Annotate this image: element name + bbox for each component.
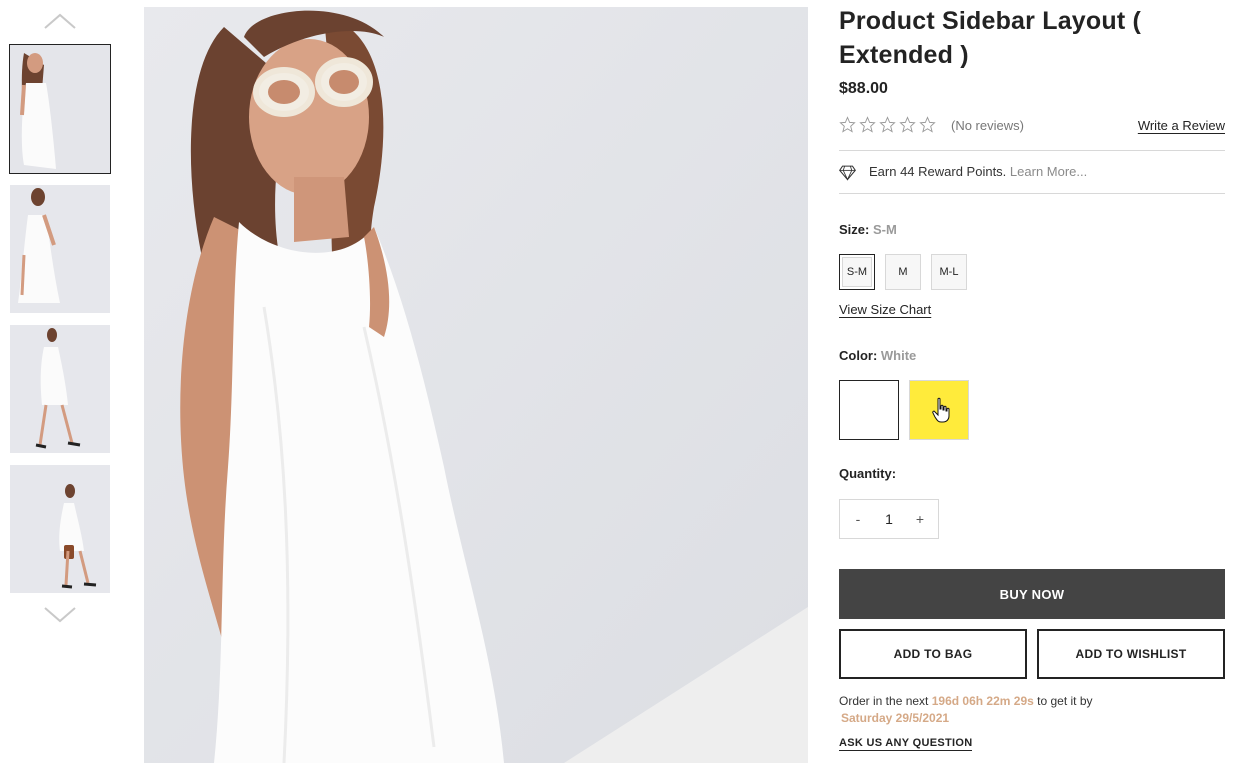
thumbnail-prev-button[interactable] (40, 10, 80, 32)
hand-pointer-icon (932, 397, 950, 423)
reward-points-row: Earn 44 Reward Points. Learn More... (839, 151, 1225, 194)
chevron-up-icon (44, 13, 76, 29)
order-middle: to get it by (1037, 694, 1093, 708)
color-swatch-yellow[interactable] (909, 380, 969, 440)
thumbnail-image (10, 465, 110, 593)
reward-points-label: Earn 44 Reward Points. (869, 164, 1007, 179)
color-swatch-white[interactable] (839, 380, 899, 440)
star-icon (859, 116, 876, 133)
write-review-link[interactable]: Write a Review (1138, 118, 1225, 133)
learn-more-link[interactable]: Learn More... (1010, 164, 1087, 179)
thumbnail-gallery (0, 0, 120, 763)
thumbnail-image (10, 185, 110, 313)
product-title: Product Sidebar Layout ( Extended ) (839, 7, 1142, 69)
countdown-timer: 196d 06h 22m 29s (931, 694, 1034, 708)
diamond-icon (839, 165, 856, 181)
view-size-chart-link[interactable]: View Size Chart (839, 302, 931, 317)
thumbnail-next-button[interactable] (40, 604, 80, 626)
star-icon (899, 116, 916, 133)
thumbnail-4[interactable] (10, 465, 110, 593)
buy-now-button[interactable]: BUY NOW (839, 569, 1225, 619)
size-option-m-l[interactable]: M-L (931, 254, 967, 290)
star-icon (919, 116, 936, 133)
ask-question-link[interactable]: ASK US ANY QUESTION (839, 737, 973, 751)
color-label: Color: White (839, 348, 916, 363)
color-label-text: Color: (839, 348, 878, 363)
color-swatches (839, 380, 969, 440)
product-info-panel: Product Sidebar Layout ( Extended ) $88.… (839, 0, 1225, 763)
star-icon (839, 116, 856, 133)
order-prefix: Order in the next (839, 694, 929, 708)
size-options: S-M M M-L (839, 254, 967, 290)
quantity-stepper: - 1 + (839, 499, 939, 539)
size-selected-value: S-M (872, 222, 897, 237)
add-to-wishlist-button[interactable]: ADD TO WISHLIST (1037, 629, 1225, 679)
quantity-value[interactable]: 1 (885, 511, 893, 527)
thumbnail-3[interactable] (10, 325, 110, 453)
thumbnail-2[interactable] (10, 185, 110, 313)
reward-points-text: Earn 44 Reward Points. Learn More... (869, 164, 1087, 179)
star-rating (839, 116, 936, 133)
color-selected-value: White (880, 348, 917, 363)
thumbnail-1[interactable] (9, 44, 111, 174)
size-option-m[interactable]: M (885, 254, 921, 290)
product-photo (144, 7, 808, 763)
size-label-text: Size: (839, 222, 870, 237)
reviews-count: (No reviews) (951, 118, 1024, 133)
chevron-down-icon (44, 607, 76, 623)
quantity-increase-button[interactable]: + (914, 511, 926, 527)
add-to-bag-button[interactable]: ADD TO BAG (839, 629, 1027, 679)
delivery-countdown: Order in the next 196d 06h 22m 29s to ge… (839, 693, 1225, 727)
delivery-date: Saturday 29/5/2021 (841, 711, 950, 725)
star-icon (879, 116, 896, 133)
size-option-s-m[interactable]: S-M (839, 254, 875, 290)
quantity-decrease-button[interactable]: - (852, 511, 864, 527)
quantity-label: Quantity: (839, 466, 897, 481)
size-label: Size: S-M (839, 222, 897, 237)
thumbnail-image (10, 325, 110, 453)
main-product-image[interactable] (144, 7, 808, 763)
thumbnail-image (10, 45, 110, 173)
product-price: $88.00 (839, 80, 888, 97)
rating-row: (No reviews) Write a Review (839, 114, 1225, 151)
